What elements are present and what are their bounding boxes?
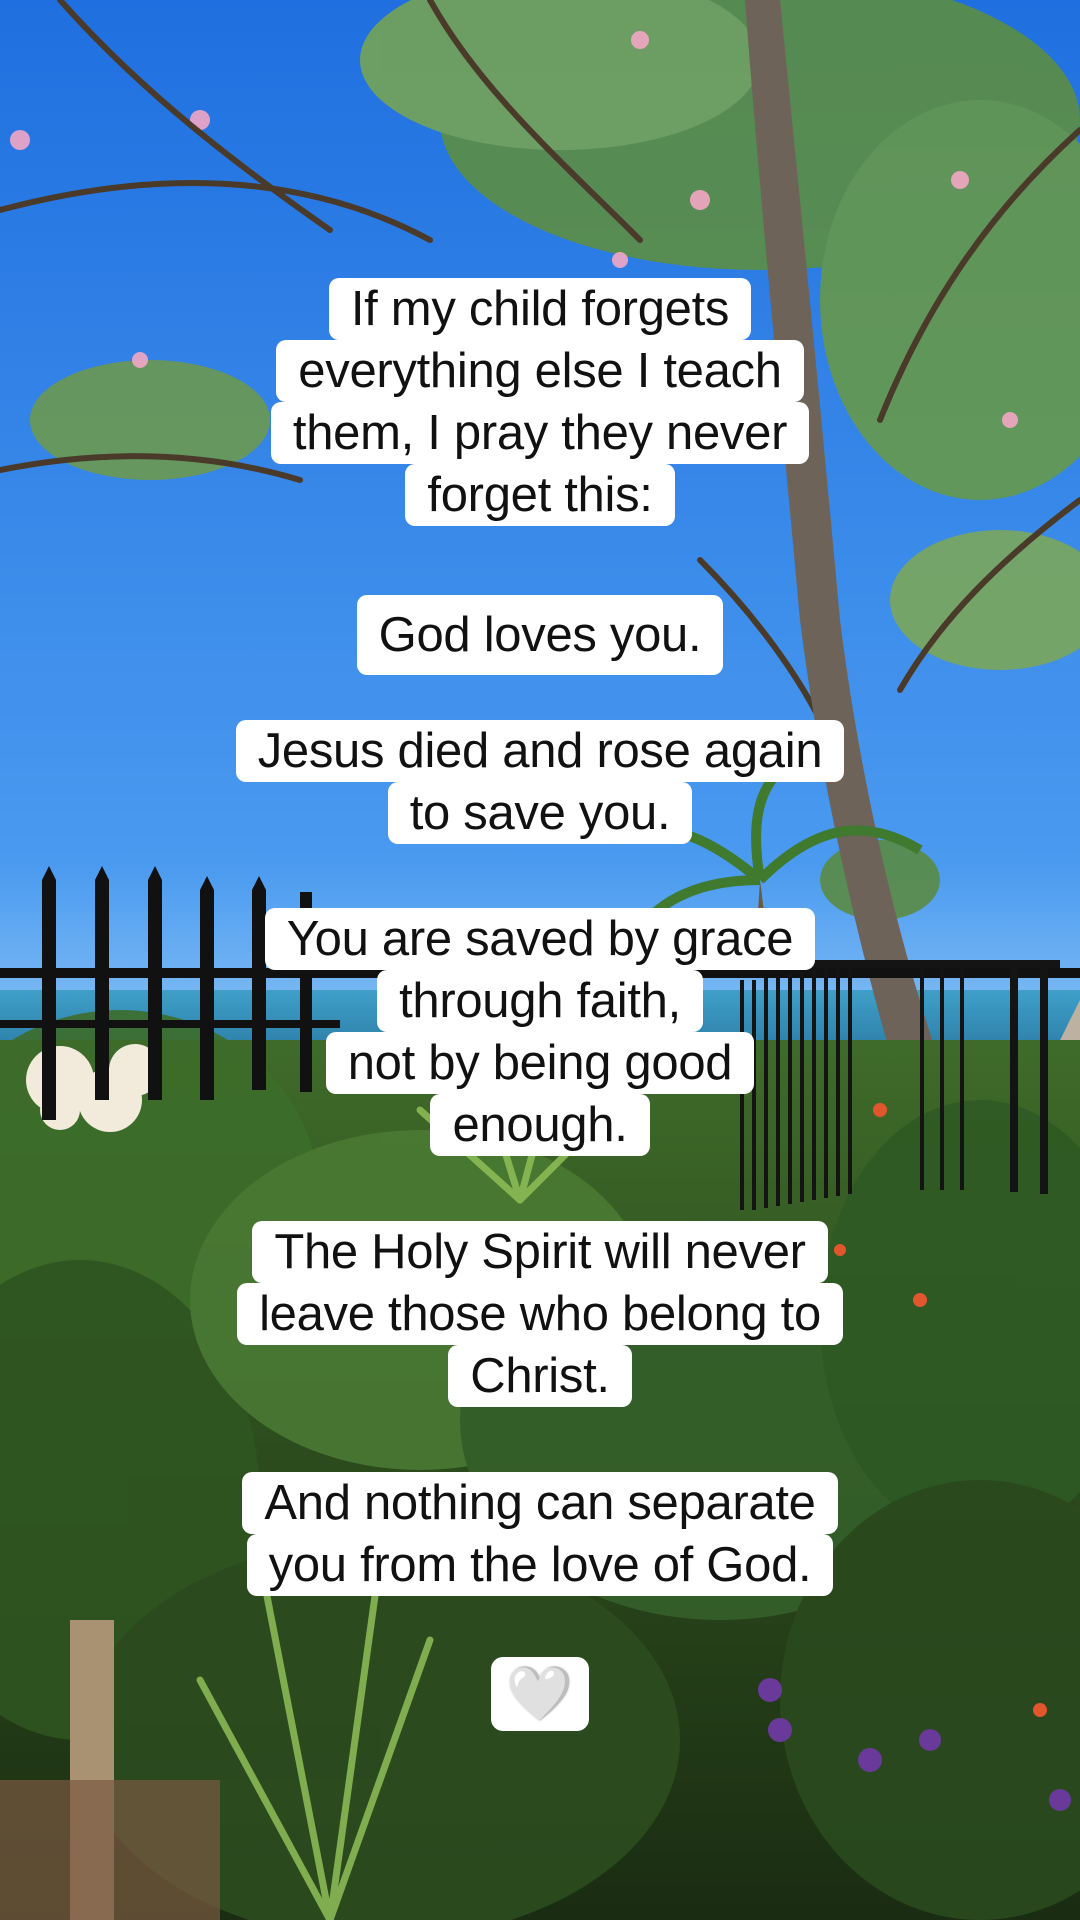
caption-line: You are saved by grace (264, 908, 816, 970)
caption-block-god-loves: God loves you. (0, 595, 1080, 675)
caption-line: you from the love of God. (246, 1534, 834, 1596)
caption-line: Christ. (448, 1345, 632, 1407)
white-heart-icon: 🤍 (506, 1662, 574, 1725)
caption-line: And nothing can separate (242, 1472, 838, 1534)
caption-block-holy-spirit: The Holy Spirit will never leave those w… (0, 1221, 1080, 1407)
caption-line: leave those who belong to (237, 1283, 843, 1345)
video-frame: If my child forgets everything else I te… (0, 0, 1080, 1920)
caption-line: through faith, (377, 970, 703, 1032)
caption-line: them, I pray they never (270, 402, 810, 464)
caption-line: Jesus died and rose again (235, 720, 845, 782)
caption-line: to save you. (387, 782, 693, 844)
caption-line: If my child forgets (328, 278, 752, 340)
caption-line: everything else I teach (276, 340, 804, 402)
caption-block-nothing-separates: And nothing can separate you from the lo… (0, 1472, 1080, 1596)
caption-line: enough. (430, 1094, 650, 1156)
caption-line: forget this: (405, 464, 675, 526)
heart-caption: 🤍 (491, 1657, 589, 1731)
caption-line: The Holy Spirit will never (252, 1221, 828, 1283)
caption-line: God loves you. (356, 595, 724, 675)
caption-block-grace: You are saved by grace through faith, no… (0, 908, 1080, 1156)
caption-block-jesus: Jesus died and rose again to save you. (0, 720, 1080, 844)
caption-line: not by being good (325, 1032, 755, 1094)
caption-block-intro: If my child forgets everything else I te… (0, 278, 1080, 526)
